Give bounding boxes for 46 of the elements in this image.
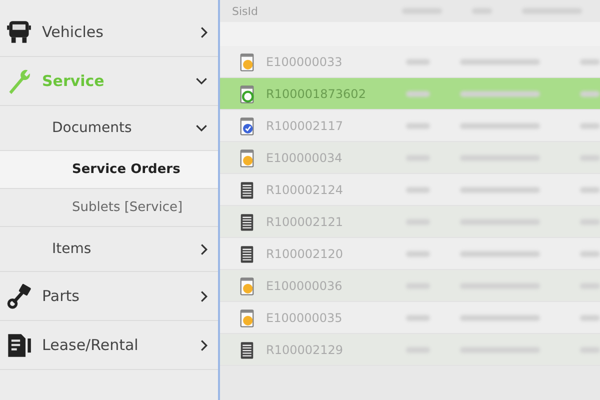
chevron-right-icon (200, 26, 208, 38)
table-cell-text: R100001873602 (266, 86, 367, 100)
blurred-text (406, 314, 430, 320)
table-row[interactable]: R100002124 (220, 174, 600, 206)
sidebar-item[interactable]: Service Orders (0, 151, 218, 189)
chevron-right-icon (200, 290, 208, 302)
table-row[interactable]: R100002129 (220, 334, 600, 366)
blurred-text (580, 58, 600, 64)
sidebar-item[interactable]: Lease/Rental (0, 321, 218, 370)
sidebar-item[interactable]: Vehicles (0, 8, 218, 57)
blurred-text (406, 90, 430, 96)
blurred-text (580, 90, 600, 96)
table-row[interactable]: E100000035 (220, 302, 600, 334)
table-row[interactable]: R100002121 (220, 206, 600, 238)
table-cell-text: R100002120 (266, 246, 344, 260)
table-row[interactable]: R100002117 (220, 110, 600, 142)
blurred-text (406, 250, 430, 256)
chevron-down-icon (195, 124, 208, 132)
table-cell-text: E100000035 (266, 310, 344, 324)
table-cell-text: E100000033 (266, 54, 344, 68)
blurred-text (406, 186, 430, 192)
table-row[interactable]: R100001873602 (220, 78, 600, 110)
blurred-text (580, 314, 600, 320)
table-cell-text: R100002121 (266, 214, 344, 228)
blurred-text (580, 186, 600, 192)
blurred-text (580, 122, 600, 128)
table-row[interactable]: E100000033 (220, 46, 600, 78)
sidebar-item[interactable]: Service (0, 57, 218, 106)
table-cell-text: R100002117 (266, 118, 344, 132)
table-row[interactable]: E100000034 (220, 142, 600, 174)
sidebar-item[interactable]: Sublets [Service] (0, 189, 218, 227)
column-header[interactable]: SisId (232, 4, 372, 18)
chevron-right-icon (200, 242, 208, 256)
table-row[interactable]: E100000036 (220, 270, 600, 302)
blurred-text (406, 58, 430, 64)
sidebar-item[interactable]: Parts (0, 272, 218, 321)
blurred-text (406, 122, 430, 128)
table-cell-text: E100000036 (266, 278, 344, 292)
table-cell-text: E100000034 (266, 150, 344, 164)
table-row[interactable]: R100002120 (220, 238, 600, 270)
chevron-right-icon (200, 338, 208, 352)
table-cell-text: R100002129 (266, 342, 344, 356)
chevron-down-icon (195, 77, 208, 85)
table-cell-text: R100002124 (266, 182, 344, 196)
sidebar-item[interactable]: Items (0, 227, 218, 272)
blurred-text (580, 250, 600, 256)
